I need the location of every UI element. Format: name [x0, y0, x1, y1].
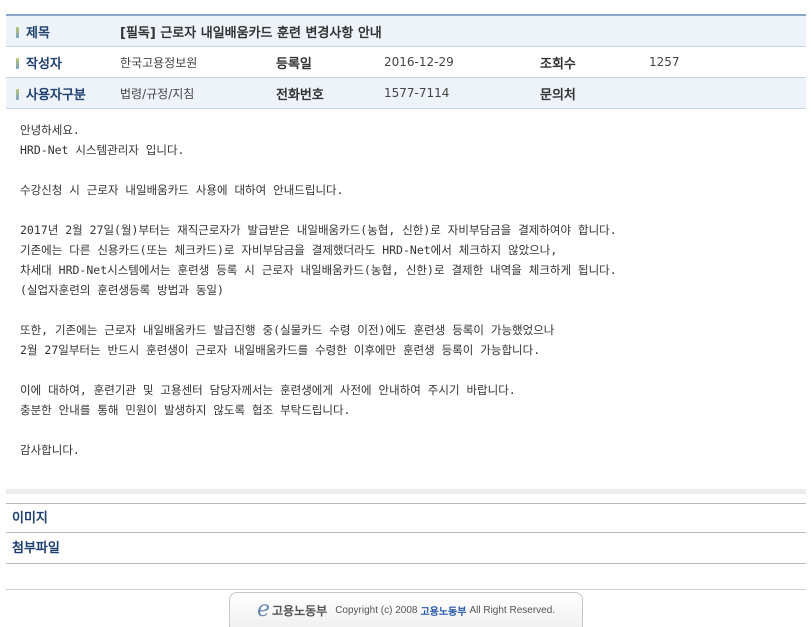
content-separator [6, 489, 806, 494]
label-bullet-icon [16, 26, 19, 38]
body-line: 2017년 2월 27일(월)부터는 재직근로자가 발급받은 내일배움카드(농협… [20, 223, 617, 237]
category-row: 사용자구분 법령/규정/지침 전화번호 1577-7114 문의처 [6, 77, 806, 109]
body-line: 2월 27일부터는 반드시 훈련생이 근로자 내일배움카드를 수령한 이후에만 … [20, 343, 541, 357]
body-line: 감사합니다. [20, 443, 80, 457]
image-row: 이미지 [6, 503, 806, 533]
date-value: 2016-12-29 [384, 46, 540, 78]
body-line: 수강신청 시 근로자 내일배움카드 사용에 대하여 안내드립니다. [20, 183, 344, 197]
post-info-table: 제목 [필독] 근로자 내일배움카드 훈련 변경사항 안내 작성자 한국고용정보… [6, 14, 806, 109]
date-label: 등록일 [276, 46, 384, 78]
attachment-label: 첨부파일 [12, 541, 60, 556]
phone-value: 1577-7114 [384, 77, 540, 109]
subject-label: 제목 [26, 25, 50, 41]
author-label-cell: 작성자 [6, 46, 120, 78]
copyright-suffix: All Right Reserved. [469, 604, 556, 616]
attachment-row: 첨부파일 [6, 534, 806, 564]
subject-row: 제목 [필독] 근로자 내일배움카드 훈련 변경사항 안내 [6, 15, 806, 47]
image-label: 이미지 [12, 511, 48, 526]
author-label: 작성자 [26, 56, 62, 72]
phone-label: 전화번호 [276, 77, 384, 109]
body-line: 기존에는 다른 신용카드(또는 체크카드)로 자비부담금을 결제했더라도 HRD… [20, 243, 558, 257]
label-bullet-icon [16, 57, 19, 69]
footer-logo-text: 고용노동부 [271, 603, 328, 618]
category-label-cell: 사용자구분 [6, 77, 120, 109]
footer-divider [6, 589, 806, 590]
footer: e 고용노동부 Copyright (c) 2008 고용노동부 All Rig… [229, 592, 583, 627]
copyright-prefix: Copyright (c) 2008 [335, 604, 418, 616]
body-line: 이에 대하여, 훈련기관 및 고용센터 담당자께서는 훈련생에게 사전에 안내하… [20, 383, 516, 397]
ministry-logo-icon: e [256, 597, 270, 622]
views-value: 1257 [649, 46, 806, 78]
subject-value: [필독] 근로자 내일배움카드 훈련 변경사항 안내 [120, 15, 806, 47]
contact-value [649, 77, 806, 109]
post-body: 안녕하세요. HRD-Net 시스템관리자 입니다. 수강신청 시 근로자 내일배움… [20, 120, 800, 460]
body-line: 충분한 안내를 통해 민원이 발생하지 않도록 협조 부탁드립니다. [20, 403, 351, 417]
body-line: 차세대 HRD-Net시스템에서는 훈련생 등록 시 근로자 내일배움카드(농협… [20, 263, 617, 277]
author-row: 작성자 한국고용정보원 등록일 2016-12-29 조회수 1257 [6, 46, 806, 78]
body-line: HRD-Net 시스템관리자 입니다. [20, 143, 185, 157]
body-line: (실업자훈련의 훈련생등록 방법과 동일) [20, 283, 224, 297]
views-label: 조회수 [540, 46, 649, 78]
subject-label-cell: 제목 [6, 15, 120, 47]
author-value: 한국고용정보원 [120, 46, 276, 78]
category-value: 법령/규정/지침 [120, 77, 276, 109]
copyright-ministry: 고용노동부 [420, 606, 467, 618]
contact-label: 문의처 [540, 77, 649, 109]
label-bullet-icon [16, 88, 19, 100]
body-line: 안녕하세요. [20, 123, 80, 137]
body-line: 또한, 기존에는 근로자 내일배움카드 발급진행 중(실물카드 수령 이전)에도… [20, 323, 555, 337]
category-label: 사용자구분 [26, 87, 86, 103]
